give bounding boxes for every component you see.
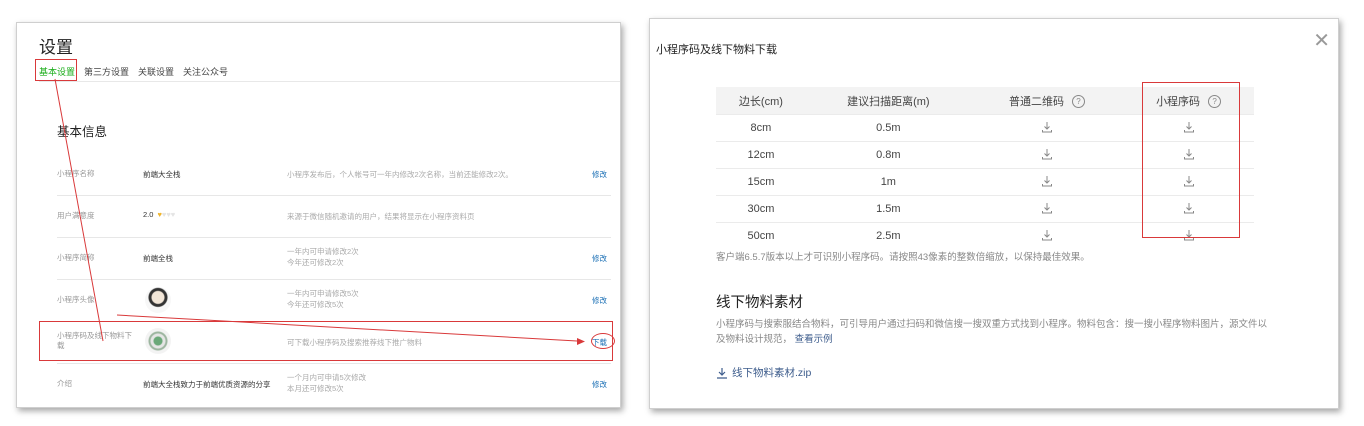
distance-cell: 2.5m <box>805 222 971 249</box>
normal-qrcode-download[interactable] <box>970 195 1124 223</box>
distance-cell: 0.5m <box>805 114 971 142</box>
normal-qrcode-download[interactable] <box>970 114 1124 142</box>
dialog-title: 小程序码及线下物料下载 <box>656 44 777 56</box>
annotation-arrow <box>54 78 104 342</box>
help-icon[interactable]: ? <box>1071 95 1085 109</box>
download-icon[interactable] <box>1041 148 1053 163</box>
distance-cell: 0.8m <box>805 141 971 169</box>
download-icon[interactable] <box>1041 175 1053 190</box>
zip-label: 线下物料素材.zip <box>732 367 812 379</box>
arrow-head <box>577 338 585 345</box>
normal-qrcode-download[interactable] <box>970 222 1124 249</box>
normal-qrcode-download[interactable] <box>970 168 1124 196</box>
distance-cell: 1.5m <box>805 195 971 223</box>
close-icon[interactable]: ✕ <box>1313 31 1330 51</box>
material-title: 线下物料素材 <box>716 295 803 311</box>
material-description: 小程序码与搜索服结合物料，可引导用户通过扫码和微信搜一搜双重方式找到小程序。物料… <box>716 317 1276 347</box>
normal-qrcode-download[interactable] <box>970 141 1124 169</box>
version-note: 客户端6.5.7版本以上才可识别小程序码。请按照43像素的整数倍缩放，以保持最佳… <box>716 252 1090 263</box>
mini-program-code-column-highlight <box>1142 82 1240 238</box>
header-size: 边长(cm) <box>716 87 806 115</box>
size-cell: 15cm <box>716 168 806 196</box>
settings-panel: 设置 基本设置 第三方设置 关联设置 关注公众号 基本信息 小程序名称 前端大全… <box>16 22 621 408</box>
size-cell: 12cm <box>716 141 806 169</box>
size-cell: 30cm <box>716 195 806 223</box>
material-zip-download[interactable]: 线下物料素材.zip <box>716 365 811 380</box>
size-cell: 8cm <box>716 114 806 142</box>
header-label: 普通二维码 <box>1008 95 1064 108</box>
download-icon[interactable] <box>1041 121 1053 136</box>
view-example-link[interactable]: 查看示例 <box>795 334 833 345</box>
download-icon[interactable] <box>1041 229 1053 244</box>
download-icon <box>717 367 727 379</box>
download-icon[interactable] <box>1041 202 1053 217</box>
header-distance: 建议扫描距离(m) <box>805 87 971 115</box>
size-cell: 50cm <box>716 222 806 249</box>
annotation-arrow <box>116 314 578 342</box>
download-dialog: 小程序码及线下物料下载 ✕ 边长(cm) 建议扫描距离(m) 普通二维码? 小程… <box>649 18 1339 409</box>
annotation-arrows <box>54 78 585 345</box>
header-normal-qrcode: 普通二维码? <box>970 87 1124 115</box>
distance-cell: 1m <box>805 168 971 196</box>
